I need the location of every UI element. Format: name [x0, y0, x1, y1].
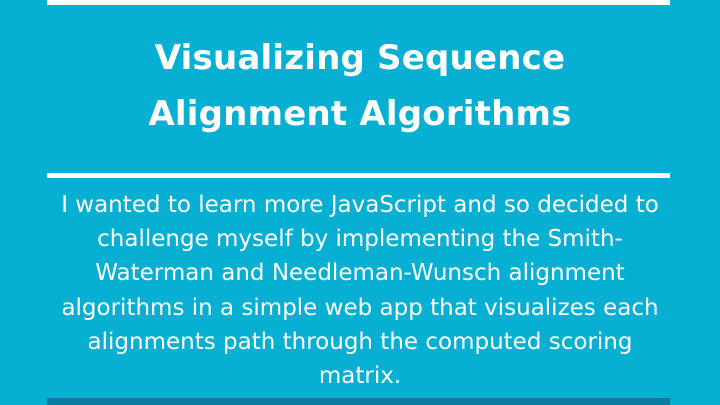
- slide-description: I wanted to learn more JavaScript and so…: [61, 192, 659, 390]
- middle-divider: [47, 173, 670, 178]
- bottom-band: [47, 398, 670, 405]
- top-divider: [47, 0, 670, 5]
- slide-title: Visualizing Sequence Alignment Algorithm…: [148, 38, 572, 134]
- slide-canvas: Visualizing Sequence Alignment Algorithm…: [0, 0, 720, 405]
